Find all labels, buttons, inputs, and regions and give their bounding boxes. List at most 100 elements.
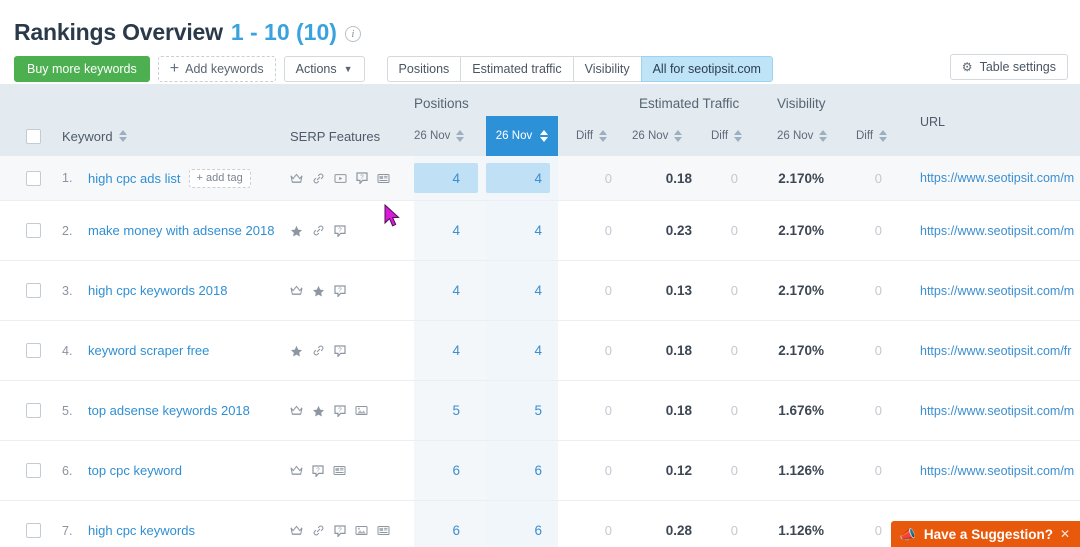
column-header-traffic-diff[interactable]: Diff	[711, 116, 743, 156]
checkbox-box[interactable]	[26, 403, 41, 418]
sort-icon[interactable]	[734, 130, 743, 142]
crown-icon[interactable]	[290, 173, 303, 184]
table-row[interactable]: 6. top cpc keyword? 6 6 0 0.12 0 1.126% 0 https:/…	[0, 441, 1080, 501]
link-icon[interactable]	[312, 345, 325, 356]
link-icon[interactable]	[312, 173, 325, 184]
star-icon[interactable]	[290, 345, 303, 357]
checkbox-box[interactable]	[26, 223, 41, 238]
keyword-link[interactable]: high cpc keywords 2018	[88, 282, 227, 299]
tab-visibility[interactable]: Visibility	[572, 56, 641, 82]
column-header-position-date-2[interactable]: 26 Nov	[486, 116, 558, 156]
add-tag-button[interactable]: + add tag	[188, 168, 251, 188]
question-icon[interactable]: ?	[334, 224, 346, 237]
sort-icon[interactable]	[118, 130, 127, 142]
news-icon[interactable]	[377, 525, 390, 536]
traffic-diff-value: 0	[730, 283, 738, 298]
image-icon[interactable]	[355, 525, 368, 536]
checkbox-box[interactable]	[26, 170, 41, 186]
news-icon[interactable]	[377, 173, 390, 184]
add-keywords-button[interactable]: + Add keywords	[157, 56, 276, 82]
news-icon[interactable]	[333, 465, 346, 476]
table-row[interactable]: 5. top adsense keywords 2018? 5 5 0 0.18 0 1.67…	[0, 381, 1080, 441]
column-header-position-date-1[interactable]: 26 Nov	[414, 116, 465, 156]
estimated-traffic-value-cell: 0.12	[632, 441, 692, 500]
sort-icon[interactable]	[456, 130, 465, 142]
info-icon[interactable]: i	[344, 26, 361, 42]
link-icon[interactable]	[312, 225, 325, 236]
keyword-link[interactable]: high cpc keywords	[88, 522, 195, 539]
column-header-position-date-2-label: 26 Nov	[495, 130, 533, 142]
url-link[interactable]: https://www.seotipsit.com/m	[920, 464, 1074, 478]
row-checkbox[interactable]	[26, 501, 41, 547]
row-checkbox[interactable]	[26, 261, 41, 320]
estimated-traffic-value-cell: 0.18	[632, 156, 692, 200]
url-link[interactable]: https://www.seotipsit.com/fr	[920, 344, 1071, 358]
checkbox-box[interactable]	[26, 128, 41, 144]
keyword-link[interactable]: top adsense keywords 2018	[88, 402, 250, 419]
image-icon[interactable]	[355, 405, 368, 416]
row-checkbox[interactable]	[26, 381, 41, 440]
checkbox-box[interactable]	[26, 283, 41, 298]
star-icon[interactable]	[312, 405, 325, 417]
link-icon[interactable]	[312, 525, 325, 536]
url-cell: https://www.seotipsit.com/m	[920, 201, 1080, 260]
question-icon[interactable]: ?	[356, 172, 368, 184]
table-settings-button[interactable]: ⚙ Table settings	[949, 54, 1068, 80]
position-date-2-value: 4	[534, 223, 542, 238]
question-icon[interactable]: ?	[334, 344, 346, 357]
checkbox-box[interactable]	[26, 523, 41, 538]
column-header-traffic-date[interactable]: 26 Nov	[632, 116, 683, 156]
tab-all-for-domain[interactable]: All for seotipsit.com	[640, 56, 773, 82]
row-checkbox[interactable]	[26, 201, 41, 260]
crown-icon[interactable]	[290, 405, 303, 416]
checkbox-box[interactable]	[26, 343, 41, 358]
actions-dropdown[interactable]: Actions ▼	[283, 56, 365, 82]
row-checkbox[interactable]	[26, 156, 41, 200]
sort-icon[interactable]	[819, 130, 828, 142]
url-link[interactable]: https://www.seotipsit.com/m	[920, 404, 1074, 418]
video-icon[interactable]	[334, 173, 347, 184]
table-row[interactable]: 4. keyword scraper free? 4 4 0 0.18 0 2.170% 0 ht…	[0, 321, 1080, 381]
keyword-link[interactable]: make money with adsense 2018	[88, 222, 274, 239]
crown-icon[interactable]	[290, 285, 303, 296]
crown-icon[interactable]	[290, 465, 303, 476]
column-header-position-diff[interactable]: Diff	[576, 116, 608, 156]
crown-icon[interactable]	[290, 525, 303, 536]
sort-icon[interactable]	[599, 130, 608, 142]
column-header-visibility-date[interactable]: 26 Nov	[777, 116, 828, 156]
table-row[interactable]: 2. make money with adsense 2018? 4 4 0 0.23 0 2…	[0, 201, 1080, 261]
checkbox-box[interactable]	[26, 463, 41, 478]
visibility-diff-value: 0	[874, 170, 882, 186]
row-checkbox[interactable]	[26, 441, 41, 500]
url-link[interactable]: https://www.seotipsit.com/m	[920, 171, 1074, 185]
url-link[interactable]: https://www.seotipsit.com/m	[920, 224, 1074, 238]
sort-icon-active[interactable]	[540, 130, 549, 142]
question-icon[interactable]: ?	[334, 284, 346, 297]
keyword-link[interactable]: high cpc ads list	[88, 170, 181, 187]
star-icon[interactable]	[290, 225, 303, 237]
sort-icon[interactable]	[674, 130, 683, 142]
close-icon[interactable]: ✕	[1060, 527, 1070, 541]
visibility-diff-value: 0	[874, 343, 882, 358]
keyword-link[interactable]: top cpc keyword	[88, 462, 182, 479]
question-icon[interactable]: ?	[334, 404, 346, 417]
serp-features-cell: ?	[290, 381, 400, 440]
keyword-link[interactable]: keyword scraper free	[88, 342, 209, 359]
star-icon[interactable]	[312, 285, 325, 297]
tab-positions[interactable]: Positions	[386, 56, 461, 82]
table-row[interactable]: 1. high cpc ads list + add tag? 4 4 0 0.18 0 2.1…	[0, 156, 1080, 201]
url-link[interactable]: https://www.seotipsit.com/m	[920, 284, 1074, 298]
question-icon[interactable]: ?	[334, 524, 346, 537]
traffic-diff-value: 0	[730, 523, 738, 538]
row-checkbox[interactable]	[26, 321, 41, 380]
keyword-cell: top adsense keywords 2018	[88, 381, 278, 440]
select-all-checkbox[interactable]	[26, 116, 41, 156]
buy-more-keywords-button[interactable]: Buy more keywords	[14, 56, 150, 82]
have-a-suggestion-banner[interactable]: 📣 Have a Suggestion? ✕	[890, 521, 1080, 547]
sort-icon[interactable]	[879, 130, 888, 142]
column-header-visibility-diff[interactable]: Diff	[856, 116, 888, 156]
table-row[interactable]: 3. high cpc keywords 2018? 4 4 0 0.13 0 2.170% 0…	[0, 261, 1080, 321]
column-header-keyword[interactable]: Keyword	[62, 116, 127, 156]
tab-estimated-traffic[interactable]: Estimated traffic	[460, 56, 573, 82]
question-icon[interactable]: ?	[312, 464, 324, 477]
